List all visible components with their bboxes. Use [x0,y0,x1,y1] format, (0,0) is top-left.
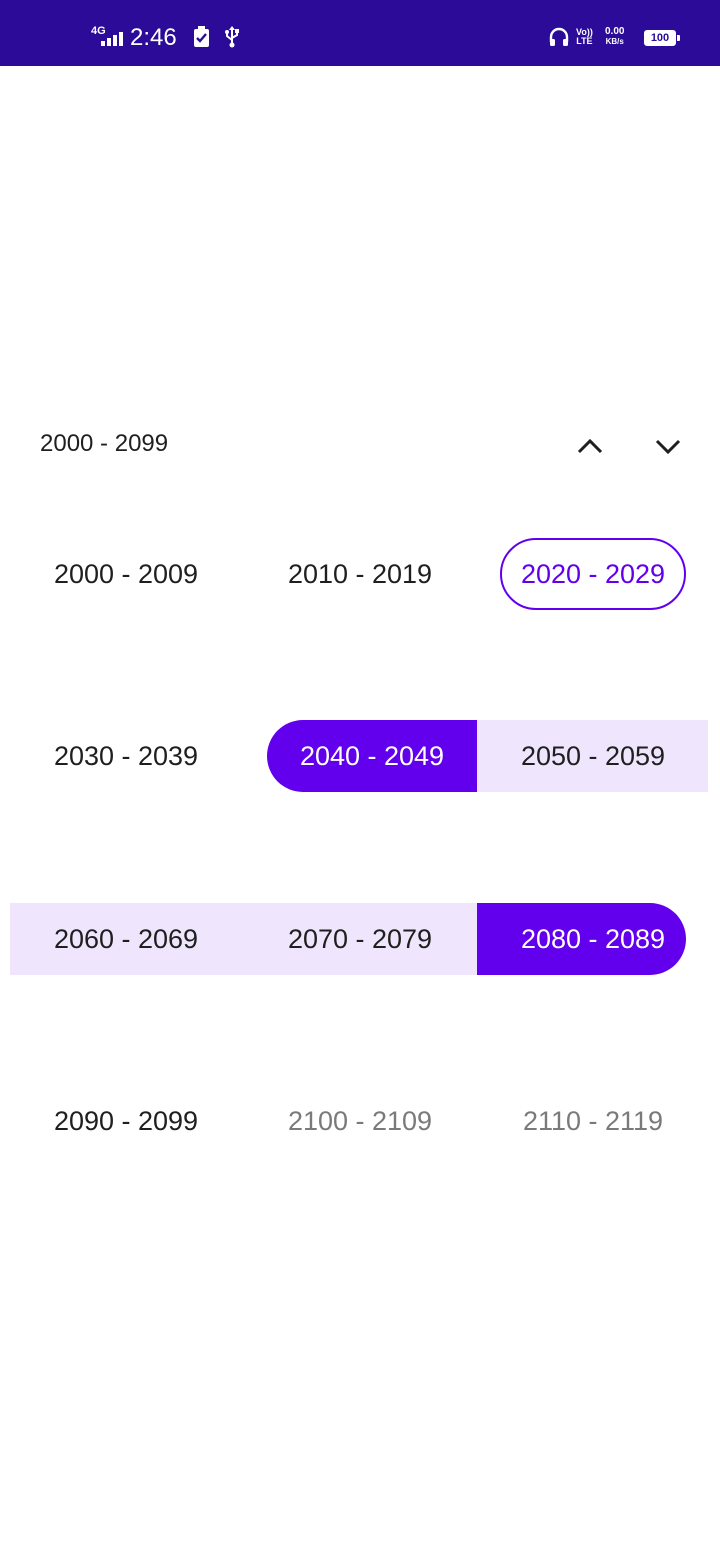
chevron-down-icon [655,439,681,455]
decade-cell-disabled: 2110 - 2119 [522,1105,664,1136]
decade-cell[interactable]: 2000 - 2009 [33,538,219,610]
battery-icon: 100 [644,30,676,46]
decade-cell[interactable]: 2030 - 2039 [33,720,219,792]
next-range-button[interactable] [646,424,690,468]
previous-range-button[interactable] [568,424,612,468]
clock-time: 2:46 [130,24,177,51]
decade-range-header[interactable]: 2000 - 2099 [40,428,168,460]
decade-cell-range-end[interactable]: 2080 - 2089 [477,903,686,975]
status-bar: 4G 2:46 Vo)) LTE 0.00 KB/s 100 [0,0,720,66]
decade-cell[interactable]: 2090 - 2099 [33,1085,219,1157]
volte-indicator: Vo)) LTE [576,28,593,46]
speed-unit: KB/s [605,37,624,46]
headphones-icon [549,26,569,48]
speed-value: 0.00 [605,26,625,37]
decade-cell-range-start[interactable]: 2040 - 2049 [267,720,477,792]
decade-cell-in-range[interactable]: 2060 - 2069 [33,903,219,975]
usb-icon [222,26,242,48]
decade-cell-in-range[interactable]: 2050 - 2059 [500,720,686,792]
network-speed: 0.00 KB/s [605,27,624,47]
decade-cell-disabled: 2100 - 2109 [287,1105,433,1136]
lte-label: LTE [576,36,593,46]
decade-cell-current[interactable]: 2020 - 2029 [500,538,686,610]
battery-tip [677,35,680,41]
decade-cell-in-range[interactable]: 2070 - 2079 [267,903,453,975]
chevron-up-icon [577,438,603,454]
decade-cell[interactable]: 2010 - 2019 [267,538,453,610]
signal-icon [101,32,123,46]
battery-saver-icon [192,26,212,48]
